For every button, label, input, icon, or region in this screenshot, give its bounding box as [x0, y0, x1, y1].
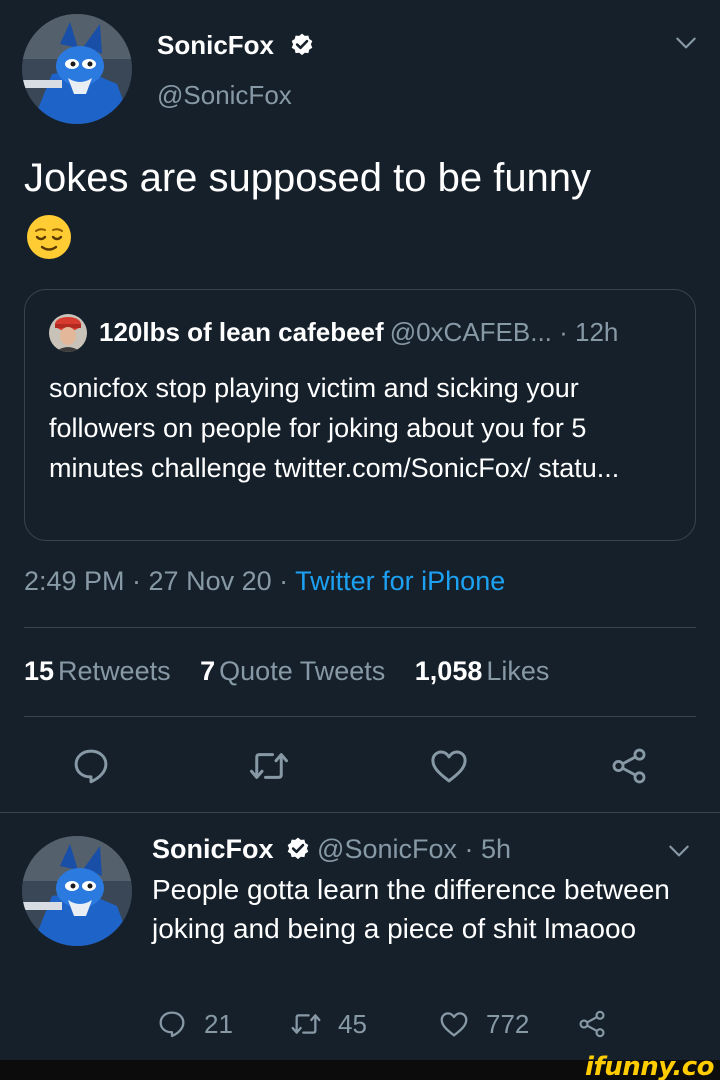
like-heart-icon[interactable] — [428, 745, 470, 787]
reply-actions: 21 45 772 — [152, 1008, 632, 1044]
source-link[interactable]: Twitter for iPhone — [295, 566, 505, 596]
reply-text: People gotta learn the difference betwee… — [152, 874, 670, 944]
reply-icon — [159, 1011, 185, 1038]
stat-likes[interactable]: 1,058 Likes — [415, 656, 550, 686]
avatar[interactable] — [22, 14, 132, 124]
chevron-down-icon[interactable] — [666, 838, 692, 864]
stat-quote-tweets[interactable]: 7 Quote Tweets — [200, 656, 385, 686]
divider — [24, 627, 696, 628]
reply-count: 21 — [204, 1008, 233, 1039]
like-button[interactable]: 772 — [438, 1008, 529, 1040]
quoted-tweet-header: 120lbs of lean cafebeef @0xCAFEB... · 12h — [99, 317, 618, 348]
stat-count: 7 — [200, 656, 216, 686]
timestamp: 2:49 PM · 27 Nov 20 · — [24, 566, 296, 596]
share-icon[interactable] — [608, 745, 650, 787]
quoted-tweet-card[interactable]: 120lbs of lean cafebeef @0xCAFEB... · 12h… — [24, 289, 696, 541]
quoted-author-meta: @0xCAFEB... · 12h — [389, 317, 619, 347]
author-name[interactable]: SonicFox — [157, 30, 274, 60]
like-heart-icon — [440, 1012, 468, 1037]
reply-meta: @SonicFox · 5h — [317, 834, 512, 864]
person-avatar-icon — [49, 314, 87, 352]
stat-label: Quote Tweets — [219, 656, 386, 686]
share-button[interactable] — [576, 1008, 608, 1040]
author-handle[interactable]: @SonicFox — [157, 80, 292, 111]
stat-count: 1,058 — [414, 656, 483, 686]
reply-icon[interactable] — [70, 745, 112, 787]
chevron-down-icon[interactable] — [673, 30, 699, 56]
reply-button[interactable]: 21 — [156, 1008, 233, 1040]
relieved-face-emoji-icon — [27, 215, 71, 259]
stat-label: Likes — [486, 656, 550, 686]
tweet-screenshot: SonicFox @SonicFox Jokes are supposed to… — [0, 0, 720, 1080]
quoted-author-name[interactable]: 120lbs of lean cafebeef — [99, 317, 384, 347]
reply-author-name[interactable]: SonicFox — [152, 834, 274, 864]
divider — [0, 812, 720, 813]
reply-header: SonicFox @SonicFox · 5h — [152, 834, 511, 865]
stats-row: 15 Retweets 7 Quote Tweets 1,058 Likes — [24, 656, 571, 687]
retweet-icon — [291, 1014, 321, 1034]
stat-label: Retweets — [58, 656, 171, 686]
ifunny-watermark-logo: ifunny.co — [585, 1052, 714, 1080]
reply-avatar[interactable] — [22, 836, 132, 946]
verified-badge-icon — [291, 33, 313, 56]
stat-retweets[interactable]: 15 Retweets — [24, 656, 171, 686]
retweet-icon[interactable] — [248, 745, 290, 787]
tweet-text: Jokes are supposed to be funny — [24, 156, 592, 200]
timestamp-line: 2:49 PM · 27 Nov 20 · Twitter for iPhone — [24, 566, 505, 597]
fox-avatar-icon — [22, 14, 132, 124]
verified-badge-icon — [287, 837, 309, 860]
share-icon — [579, 1010, 605, 1038]
fox-avatar-icon — [22, 836, 132, 946]
retweet-button[interactable]: 45 — [290, 1008, 367, 1040]
quoted-tweet-text: sonicfox stop playing victim and sicking… — [49, 373, 620, 483]
quoted-avatar[interactable] — [49, 314, 87, 352]
author-name-row[interactable]: SonicFox — [157, 30, 315, 61]
divider — [24, 716, 696, 717]
like-count: 772 — [486, 1008, 530, 1039]
retweet-count: 45 — [338, 1008, 367, 1039]
stat-count: 15 — [24, 656, 55, 686]
main-tweet: SonicFox @SonicFox Jokes are supposed to… — [0, 0, 720, 810]
